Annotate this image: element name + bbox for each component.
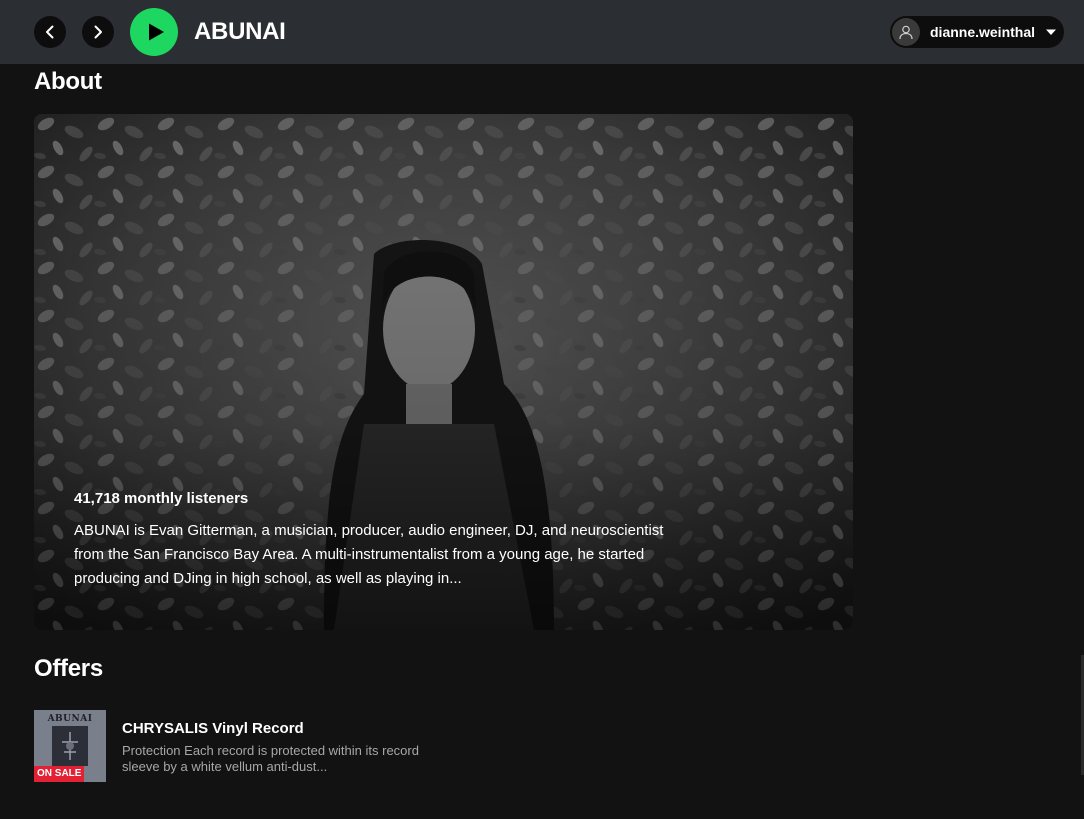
offer-artwork-text: ABUNAI <box>47 714 93 724</box>
forward-button[interactable] <box>82 16 114 48</box>
about-card[interactable]: 41,718 monthly listeners ABUNAI is Evan … <box>34 114 853 630</box>
offer-item[interactable]: ABUNAI ON SALE CHRYSALIS Vinyl Record Pr… <box>34 710 454 782</box>
app-window: ABUNAI dianne.weinthal About 41,718 mont… <box>0 0 1084 819</box>
play-icon <box>148 23 164 41</box>
offer-description: Protection Each record is protected with… <box>122 743 419 774</box>
about-heading: About <box>34 68 102 95</box>
artist-bio: ABUNAI is Evan Gitterman, a musician, pr… <box>74 522 664 587</box>
caret-down-icon <box>1046 29 1057 35</box>
top-bar: ABUNAI dianne.weinthal <box>0 0 1084 64</box>
offer-title[interactable]: CHRYSALIS Vinyl Record <box>122 720 422 737</box>
vinyl-cover-figure <box>52 726 88 766</box>
about-text: 41,718 monthly listeners ABUNAI is Evan … <box>74 490 674 591</box>
play-button[interactable] <box>130 8 178 56</box>
username-label: dianne.weinthal <box>930 24 1036 40</box>
back-button[interactable] <box>34 16 66 48</box>
user-icon <box>899 25 913 40</box>
avatar <box>892 18 920 46</box>
offers-heading: Offers <box>34 655 103 682</box>
artist-title: ABUNAI <box>194 18 286 45</box>
user-menu-button[interactable]: dianne.weinthal <box>890 16 1064 48</box>
offer-info: CHRYSALIS Vinyl Record Protection Each r… <box>122 710 422 782</box>
chevron-left-icon <box>46 25 54 39</box>
chevron-right-icon <box>94 25 102 39</box>
on-sale-badge: ON SALE <box>34 766 85 782</box>
offer-artwork: ABUNAI ON SALE <box>34 710 106 782</box>
monthly-listeners: 41,718 monthly listeners <box>74 490 249 507</box>
